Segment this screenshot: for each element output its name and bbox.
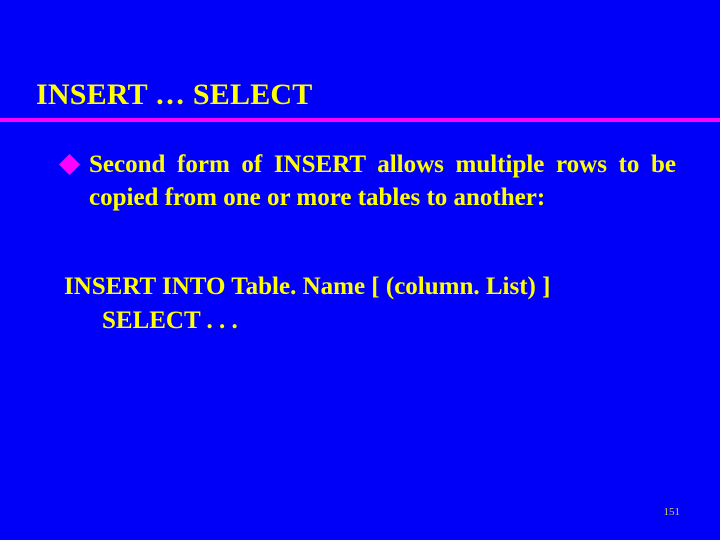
- slide-title: INSERT … SELECT: [36, 78, 684, 112]
- code-line-2: SELECT . . .: [64, 304, 676, 338]
- diamond-bullet-icon: [59, 154, 80, 175]
- bullet-item: Second form of INSERT allows multiple ro…: [62, 148, 676, 214]
- bullet-text: Second form of INSERT allows multiple ro…: [89, 148, 676, 214]
- code-line-1: INSERT INTO Table. Name [ (column. List)…: [64, 270, 676, 304]
- slide: INSERT … SELECT Second form of INSERT al…: [0, 0, 720, 540]
- code-block: INSERT INTO Table. Name [ (column. List)…: [62, 270, 676, 338]
- slide-content: Second form of INSERT allows multiple ro…: [36, 122, 684, 338]
- page-number: 151: [664, 506, 681, 518]
